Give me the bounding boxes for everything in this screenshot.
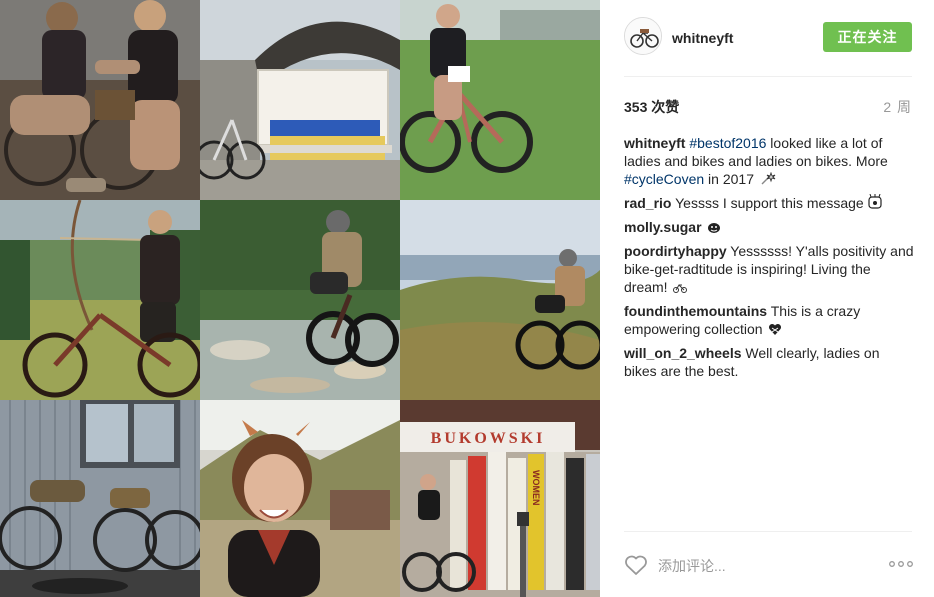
post-header: whitneyft 正在关注 [624, 14, 912, 62]
photo-two-women-with-bikes [0, 0, 200, 200]
comment: will_on_2_wheels Well clearly, ladies on… [624, 344, 914, 380]
comment-bar: 添加评论... [624, 549, 914, 579]
follow-button[interactable]: 正在关注 [823, 22, 912, 52]
likes-count[interactable]: 353 次赞 [624, 97, 679, 117]
comment: foundinthemountains This is a crazy empo… [624, 302, 914, 338]
hashtag-bestof2016[interactable]: #bestof2016 [689, 135, 766, 151]
more-options-icon[interactable] [888, 555, 914, 573]
caption-text-2: in 2017 [704, 171, 758, 187]
comment-username[interactable]: poordirtyhappy [624, 243, 727, 259]
comment-username[interactable]: foundinthemountains [624, 303, 767, 319]
face-emoji-icon [708, 223, 721, 233]
comment: rad_rio Yessss I support this message [624, 194, 914, 212]
hashtag-cyclecoven[interactable]: #cycleCoven [624, 171, 704, 187]
photo-coastal-ridge [400, 200, 600, 400]
comment-username[interactable]: rad_rio [624, 195, 671, 211]
username[interactable]: whitneyft [672, 30, 733, 46]
caption-username[interactable]: whitneyft [624, 135, 685, 151]
heart-outline-icon[interactable] [624, 554, 648, 576]
bike-emoji-icon [673, 284, 688, 293]
comment-text: Yessss I support this message [671, 195, 864, 211]
comment: molly.sugar [624, 218, 914, 236]
post-time[interactable]: 2 周 [883, 97, 912, 117]
comment: poordirtyhappy Yessssss! Y'alls positivi… [624, 242, 914, 296]
book-spine-text: WOMEN [531, 470, 541, 506]
post-media[interactable]: BUKOWSKI WOMEN [0, 0, 600, 597]
photo-bukowski-bookstore: BUKOWSKI WOMEN [400, 400, 600, 597]
divider [624, 531, 912, 532]
collage-grid: BUKOWSKI WOMEN [0, 0, 600, 597]
caption: whitneyft #bestof2016 looked like a lot … [624, 134, 914, 188]
raised-hands-emoji-icon [868, 194, 882, 209]
photo-smiling-woman [200, 400, 400, 597]
bike-logo-icon [625, 18, 661, 54]
comment-username[interactable]: will_on_2_wheels [624, 345, 742, 361]
photo-creek-ride [200, 200, 400, 400]
photo-bikes-against-wall [0, 400, 200, 597]
heart-emoji-icon [769, 323, 782, 335]
add-comment-input[interactable]: 添加评论... [658, 556, 726, 576]
divider [624, 76, 912, 77]
comments-list: whitneyft #bestof2016 looked like a lot … [624, 134, 914, 386]
bukowski-sign: BUKOWSKI [431, 430, 546, 447]
avatar[interactable] [624, 17, 662, 55]
photo-archer [0, 200, 200, 400]
comment-username[interactable]: molly.sugar [624, 219, 702, 235]
photo-camper-pod [200, 0, 400, 200]
post-sidebar: whitneyft 正在关注 353 次赞 2 周 whitneyft #bes… [600, 0, 934, 597]
sparkler-emoji-icon [761, 172, 776, 185]
photo-rider-grass [400, 0, 600, 200]
